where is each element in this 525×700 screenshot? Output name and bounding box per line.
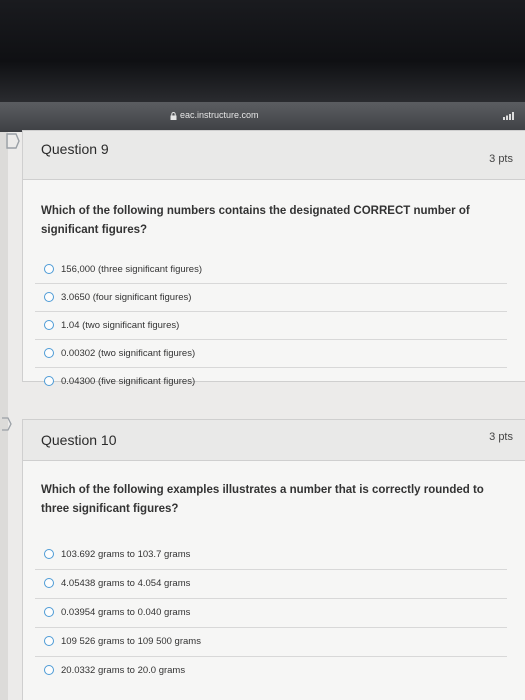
radio-icon[interactable] [44, 607, 54, 617]
answer-option[interactable]: 156,000 (three significant figures) [35, 256, 507, 283]
answer-option[interactable]: 0.03954 grams to 0.040 grams [35, 598, 507, 627]
radio-icon[interactable] [44, 549, 54, 559]
radio-icon[interactable] [44, 636, 54, 646]
answer-list: 103.692 grams to 103.7 grams 4.05438 gra… [23, 541, 525, 685]
answer-option[interactable]: 4.05438 grams to 4.054 grams [35, 569, 507, 598]
radio-icon[interactable] [44, 578, 54, 588]
answer-option[interactable]: 0.00302 (two significant figures) [35, 339, 507, 367]
answer-label: 3.0650 (four significant figures) [61, 292, 192, 303]
answer-option[interactable]: 109 526 grams to 109 500 grams [35, 627, 507, 656]
answer-option[interactable]: 0.04300 (five significant figures) [35, 367, 507, 395]
answer-label: 0.03954 grams to 0.040 grams [61, 607, 191, 618]
question-header: Question 10 3 pts [23, 420, 525, 461]
question-title: Question 10 [41, 432, 117, 448]
answer-option[interactable]: 103.692 grams to 103.7 grams [35, 541, 507, 569]
radio-icon[interactable] [44, 264, 54, 274]
answer-label: 4.05438 grams to 4.054 grams [61, 578, 191, 589]
question-card: Question 9 3 pts Which of the following … [22, 130, 525, 387]
radio-icon[interactable] [44, 665, 54, 675]
browser-screen: eac.instructure.com Question 9 3 pts Whi… [0, 102, 525, 700]
flag-icon[interactable] [2, 416, 12, 432]
answer-label: 0.04300 (five significant figures) [61, 376, 196, 387]
question-points: 3 pts [489, 153, 513, 165]
answer-label: 156,000 (three significant figures) [61, 264, 202, 275]
answer-label: 109 526 grams to 109 500 grams [61, 636, 201, 647]
radio-icon[interactable] [44, 320, 54, 330]
flag-icon[interactable] [6, 132, 20, 150]
question-text: Which of the following numbers contains … [41, 205, 470, 236]
answer-label: 20.0332 grams to 20.0 grams [61, 665, 186, 676]
answer-label: 1.04 (two significant figures) [61, 320, 180, 331]
lock-icon [170, 112, 177, 120]
radio-icon[interactable] [44, 376, 54, 386]
url-text: eac.instructure.com [180, 110, 259, 120]
address-bar[interactable]: eac.instructure.com [0, 102, 525, 132]
answer-option[interactable]: 1.04 (two significant figures) [35, 311, 507, 339]
question-text: Which of the following examples illustra… [41, 484, 484, 515]
signal-icon [503, 112, 514, 120]
answer-option[interactable]: 3.0650 (four significant figures) [35, 283, 507, 311]
question-title: Question 9 [41, 141, 109, 157]
question-card: Question 10 3 pts Which of the following… [22, 419, 525, 700]
answer-option[interactable]: 20.0332 grams to 20.0 grams [35, 656, 507, 685]
answer-list: 156,000 (three significant figures) 3.06… [23, 256, 525, 395]
radio-icon[interactable] [44, 348, 54, 358]
radio-icon[interactable] [44, 292, 54, 302]
device-bezel [0, 0, 525, 102]
answer-label: 103.692 grams to 103.7 grams [61, 549, 191, 560]
question-points: 3 pts [489, 431, 513, 443]
question-header: Question 9 3 pts [23, 131, 525, 180]
answer-label: 0.00302 (two significant figures) [61, 348, 196, 359]
